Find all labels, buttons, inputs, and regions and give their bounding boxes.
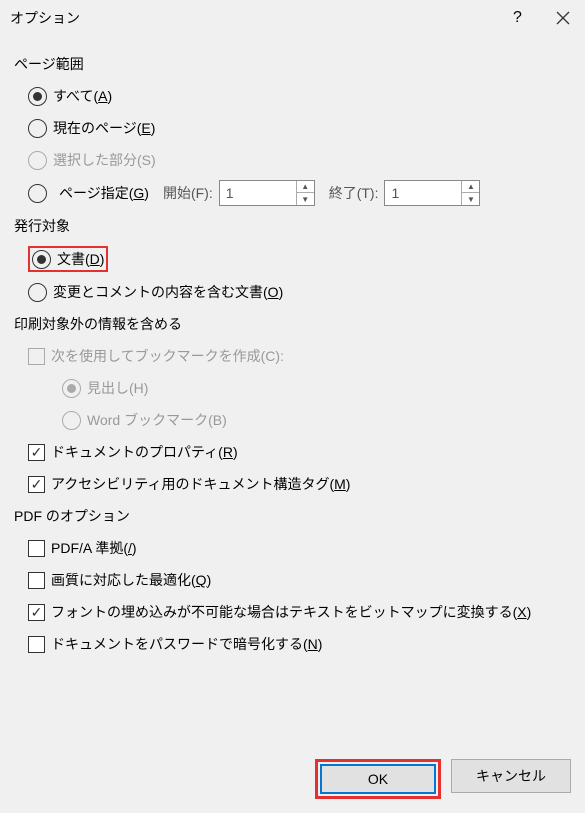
ok-button[interactable]: OK	[320, 764, 436, 794]
from-label: 開始(F):	[163, 183, 213, 203]
close-icon	[556, 11, 570, 25]
to-label: 終了(T):	[329, 183, 379, 203]
help-button[interactable]: ?	[495, 0, 540, 36]
radio-document-markup[interactable]	[28, 283, 47, 302]
options-dialog: オプション ? ページ範囲 すべて(A) 現在のページ(E) 選択した部分(S)	[0, 0, 585, 813]
section-page-range: ページ範囲	[14, 54, 571, 74]
checkbox-create-bookmarks-label: 次を使用してブックマークを作成(C):	[51, 346, 284, 366]
checkbox-doc-props-label: ドキュメントのプロパティ(R)	[51, 442, 238, 462]
spinner-up-icon[interactable]: ▲	[297, 181, 314, 193]
radio-word-bookmarks	[62, 411, 81, 430]
dialog-footer: OK キャンセル	[315, 759, 571, 799]
from-spinner[interactable]: 1 ▲▼	[219, 180, 315, 206]
section-nonprinting: 印刷対象外の情報を含める	[14, 314, 571, 334]
titlebar: オプション ?	[0, 0, 585, 36]
radio-document-label: 文書(D)	[57, 249, 104, 269]
dialog-title: オプション	[10, 8, 495, 28]
checkbox-bitmap[interactable]: ✓	[28, 604, 45, 621]
checkbox-encrypt[interactable]: ✓	[28, 636, 45, 653]
radio-current-page-label: 現在のページ(E)	[53, 118, 155, 138]
radio-all-label: すべて(A)	[53, 86, 112, 106]
radio-pages-label: ページ指定(G)	[59, 183, 149, 203]
radio-pages[interactable]	[28, 184, 47, 203]
radio-all[interactable]	[28, 87, 47, 106]
radio-selection	[28, 151, 47, 170]
spinner-down-icon[interactable]: ▼	[297, 193, 314, 205]
radio-document[interactable]	[32, 250, 51, 269]
to-spinner[interactable]: 1 ▲▼	[384, 180, 480, 206]
spinner-down-icon[interactable]: ▼	[462, 193, 479, 205]
checkbox-accessibility-label: アクセシビリティ用のドキュメント構造タグ(M)	[51, 474, 350, 494]
radio-headings-label: 見出し(H)	[87, 378, 148, 398]
radio-current-page[interactable]	[28, 119, 47, 138]
cancel-button[interactable]: キャンセル	[451, 759, 571, 793]
radio-headings	[62, 379, 81, 398]
checkbox-bitmap-label: フォントの埋め込みが不可能な場合はテキストをビットマップに変換する(X)	[51, 602, 531, 622]
highlight-ok-button: OK	[315, 759, 441, 799]
checkbox-create-bookmarks: ✓	[28, 348, 45, 365]
from-value: 1	[220, 185, 296, 201]
checkbox-pdfa[interactable]: ✓	[28, 540, 45, 557]
checkbox-optimize-label: 画質に対応した最適化(Q)	[51, 570, 211, 590]
radio-word-bookmarks-label: Word ブックマーク(B)	[87, 410, 227, 430]
checkbox-pdfa-label: PDF/A 準拠(/)	[51, 538, 137, 558]
to-value: 1	[385, 185, 461, 201]
checkbox-encrypt-label: ドキュメントをパスワードで暗号化する(N)	[51, 634, 322, 654]
checkbox-optimize[interactable]: ✓	[28, 572, 45, 589]
spinner-up-icon[interactable]: ▲	[462, 181, 479, 193]
checkbox-accessibility[interactable]: ✓	[28, 476, 45, 493]
radio-selection-label: 選択した部分(S)	[53, 150, 156, 170]
section-publish: 発行対象	[14, 216, 571, 236]
checkbox-doc-props[interactable]: ✓	[28, 444, 45, 461]
section-pdf: PDF のオプション	[14, 506, 571, 526]
close-button[interactable]	[540, 0, 585, 36]
highlight-document-option: 文書(D)	[28, 246, 108, 272]
radio-document-markup-label: 変更とコメントの内容を含む文書(O)	[53, 282, 283, 302]
